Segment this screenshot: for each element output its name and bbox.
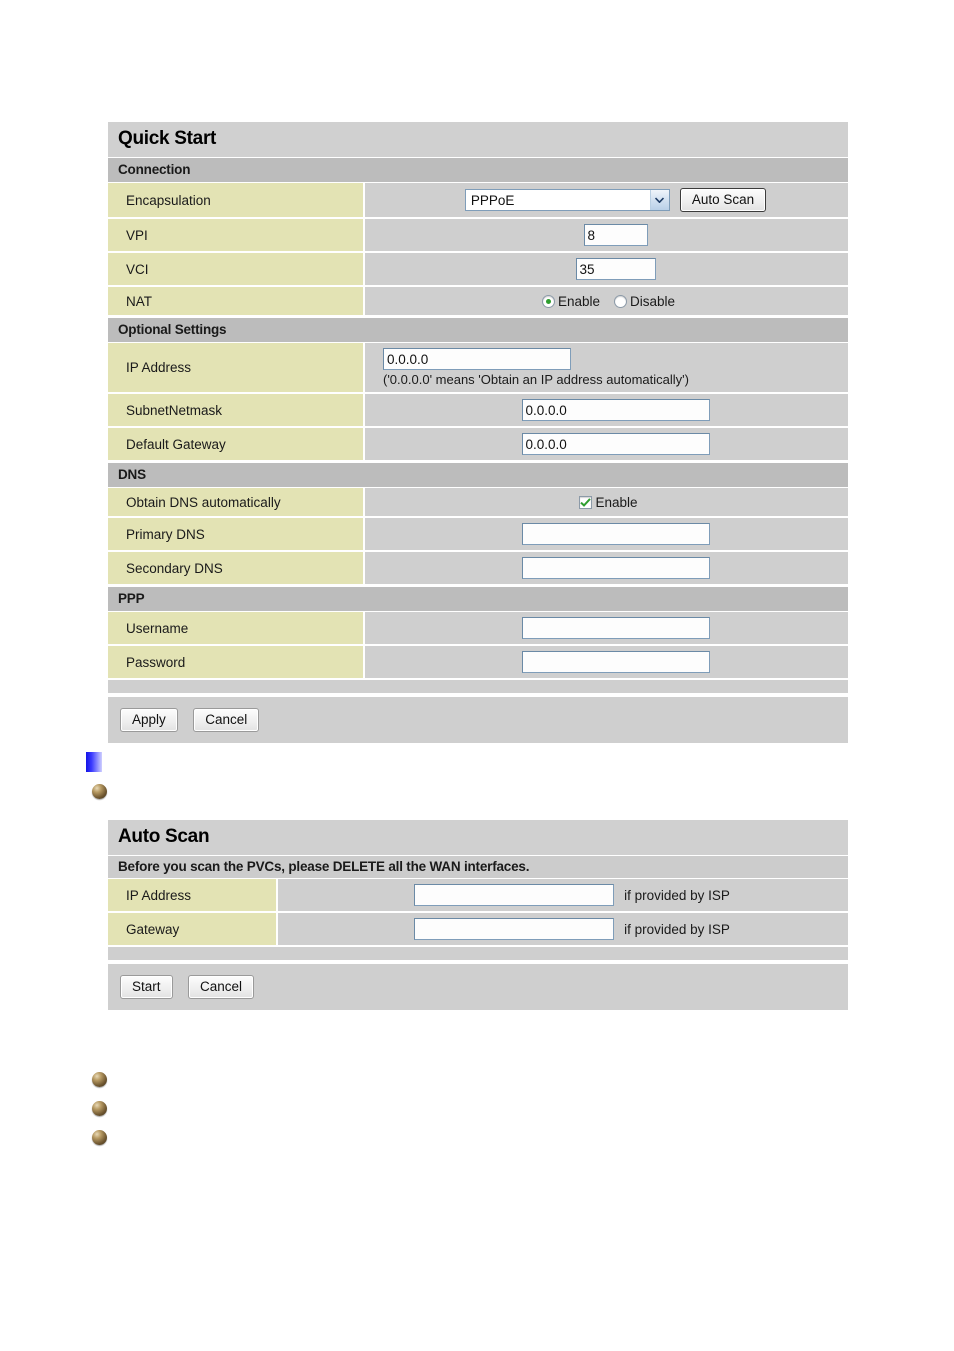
value-nat: Enable Disable bbox=[365, 287, 848, 315]
quick-start-panel: Quick Start Connection Encapsulation PPP… bbox=[108, 122, 848, 743]
nat-enable-label: Enable bbox=[557, 293, 600, 309]
quick-start-footer: Apply Cancel bbox=[108, 695, 848, 743]
table-row: IP Address if provided by ISP bbox=[108, 879, 848, 913]
auto-scan-gateway-suffix: if provided by ISP bbox=[624, 921, 730, 937]
label-password: Password bbox=[108, 646, 365, 678]
encapsulation-select-value: PPPoE bbox=[465, 190, 650, 210]
nat-disable-radio[interactable]: Disable bbox=[614, 294, 675, 309]
auto-scan-ip-address-suffix: if provided by ISP bbox=[624, 887, 730, 903]
auto-scan-button[interactable]: Auto Scan bbox=[679, 188, 767, 212]
bronze-sphere-bullet-icon bbox=[92, 1072, 107, 1087]
obtain-dns-enable-label: Enable bbox=[595, 494, 638, 510]
label-default-gateway: Default Gateway bbox=[108, 428, 365, 460]
value-primary-dns bbox=[365, 518, 848, 550]
auto-scan-spacer bbox=[108, 947, 848, 962]
label-primary-dns: Primary DNS bbox=[108, 518, 365, 550]
password-input[interactable] bbox=[521, 651, 710, 673]
value-default-gateway bbox=[365, 428, 848, 460]
row-vci: VCI bbox=[108, 253, 848, 287]
cancel-button[interactable]: Cancel bbox=[187, 975, 254, 999]
bronze-sphere-bullet-icon bbox=[92, 1130, 107, 1145]
panel-spacer bbox=[108, 680, 848, 695]
value-username bbox=[365, 612, 848, 644]
auto-scan-ip-address-input[interactable] bbox=[414, 884, 615, 906]
start-button[interactable]: Start bbox=[120, 975, 173, 999]
row-nat: NAT Enable Disable bbox=[108, 287, 848, 317]
label-secondary-dns: Secondary DNS bbox=[108, 552, 365, 584]
subnet-netmask-input[interactable] bbox=[521, 399, 710, 421]
section-header-ppp: PPP bbox=[108, 586, 848, 612]
radio-on-icon bbox=[541, 294, 555, 308]
vci-input[interactable] bbox=[575, 258, 656, 280]
checkmark-icon bbox=[579, 495, 593, 509]
label-ip-address: IP Address bbox=[108, 343, 365, 392]
label-auto-scan-gateway: Gateway bbox=[108, 913, 278, 945]
label-obtain-dns: Obtain DNS automatically bbox=[108, 488, 365, 516]
default-gateway-input[interactable] bbox=[521, 433, 710, 455]
secondary-dns-input[interactable] bbox=[521, 557, 710, 579]
auto-scan-subtitle: Before you scan the PVCs, please DELETE … bbox=[108, 855, 848, 879]
section-header-optional-settings: Optional Settings bbox=[108, 317, 848, 343]
vpi-input[interactable] bbox=[583, 224, 648, 246]
obtain-dns-checkbox[interactable]: Enable bbox=[579, 494, 638, 510]
radio-off-icon bbox=[614, 294, 627, 308]
value-obtain-dns: Enable bbox=[365, 488, 848, 516]
nat-disable-label: Disable bbox=[630, 293, 676, 309]
value-encapsulation: PPPoE Auto Scan bbox=[365, 183, 848, 217]
value-vci bbox=[365, 253, 848, 285]
auto-scan-gateway-input[interactable] bbox=[414, 918, 615, 940]
page-title: Quick Start bbox=[108, 122, 848, 157]
row-default-gateway: Default Gateway bbox=[108, 428, 848, 462]
label-vci: VCI bbox=[108, 253, 365, 285]
nat-enable-radio[interactable]: Enable bbox=[541, 293, 600, 309]
label-encapsulation: Encapsulation bbox=[108, 183, 365, 217]
auto-scan-footer: Start Cancel bbox=[108, 962, 848, 1010]
bronze-sphere-bullet-icon bbox=[92, 784, 107, 799]
username-input[interactable] bbox=[521, 617, 710, 639]
ip-address-hint: ('0.0.0.0' means 'Obtain an IP address a… bbox=[383, 372, 689, 387]
ip-address-input[interactable] bbox=[383, 348, 571, 370]
auto-scan-panel: Auto Scan Before you scan the PVCs, plea… bbox=[108, 820, 848, 1010]
primary-dns-input[interactable] bbox=[521, 523, 710, 545]
row-password: Password bbox=[108, 646, 848, 680]
label-auto-scan-ip-address: IP Address bbox=[108, 879, 278, 911]
apply-button[interactable]: Apply bbox=[120, 708, 178, 732]
value-auto-scan-gateway: if provided by ISP bbox=[278, 913, 848, 945]
row-subnet-netmask: SubnetNetmask bbox=[108, 394, 848, 428]
row-encapsulation: Encapsulation PPPoE Auto Scan bbox=[108, 183, 848, 219]
label-vpi: VPI bbox=[108, 219, 365, 251]
encapsulation-select[interactable]: PPPoE bbox=[464, 189, 670, 211]
label-nat: NAT bbox=[108, 287, 365, 315]
bronze-sphere-bullet-icon bbox=[92, 1101, 107, 1116]
chevron-down-icon[interactable] bbox=[649, 190, 669, 210]
value-vpi bbox=[365, 219, 848, 251]
blue-square-marker-icon bbox=[86, 752, 102, 772]
value-auto-scan-ip-address: if provided by ISP bbox=[278, 879, 848, 911]
value-ip-address: ('0.0.0.0' means 'Obtain an IP address a… bbox=[365, 343, 848, 392]
value-subnet-netmask bbox=[365, 394, 848, 426]
section-header-dns: DNS bbox=[108, 462, 848, 488]
label-username: Username bbox=[108, 612, 365, 644]
value-secondary-dns bbox=[365, 552, 848, 584]
row-vpi: VPI bbox=[108, 219, 848, 253]
row-secondary-dns: Secondary DNS bbox=[108, 552, 848, 586]
section-header-connection: Connection bbox=[108, 157, 848, 183]
auto-scan-title: Auto Scan bbox=[108, 820, 848, 855]
table-row: Gateway if provided by ISP bbox=[108, 913, 848, 947]
label-subnet-netmask: SubnetNetmask bbox=[108, 394, 365, 426]
row-username: Username bbox=[108, 612, 848, 646]
row-primary-dns: Primary DNS bbox=[108, 518, 848, 552]
value-password bbox=[365, 646, 848, 678]
row-obtain-dns: Obtain DNS automatically Enable bbox=[108, 488, 848, 518]
cancel-button[interactable]: Cancel bbox=[193, 708, 260, 732]
row-ip-address: IP Address ('0.0.0.0' means 'Obtain an I… bbox=[108, 343, 848, 394]
